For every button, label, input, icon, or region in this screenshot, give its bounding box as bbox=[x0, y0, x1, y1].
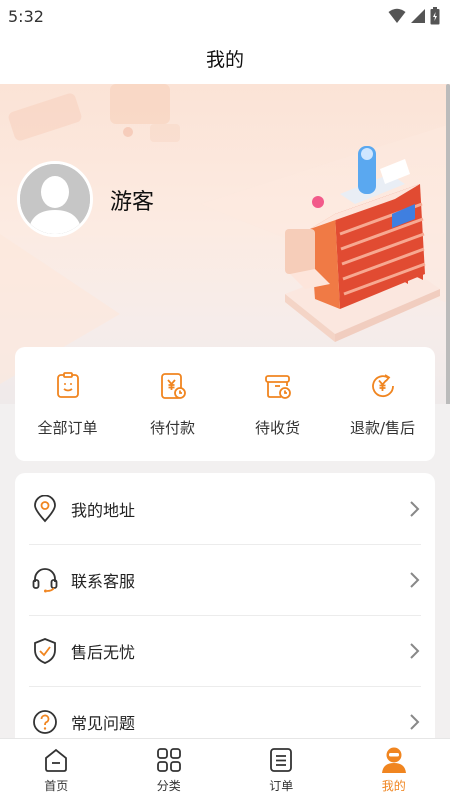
tab-label-orders: 订单 bbox=[269, 779, 294, 793]
order-pending-delivery-button[interactable]: 待收货 bbox=[228, 371, 328, 438]
menu-label-faq: 常见问题 bbox=[71, 713, 136, 733]
avatar[interactable] bbox=[17, 161, 93, 237]
page-title: 我的 bbox=[205, 48, 244, 71]
person-silhouette-icon bbox=[20, 164, 90, 234]
menu-item-after-sales[interactable]: 售后无忧 bbox=[15, 615, 435, 686]
orders-card: 全部订单 待付款 待收货 退款/售后 bbox=[15, 347, 435, 461]
tab-label-mine: 我的 bbox=[381, 779, 406, 793]
wifi-icon bbox=[388, 8, 406, 23]
person-icon bbox=[380, 746, 408, 774]
home-icon bbox=[42, 746, 70, 774]
order-pending-delivery-label: 待收货 bbox=[254, 419, 300, 437]
chevron-right-icon bbox=[410, 713, 420, 730]
chevron-right-icon bbox=[410, 642, 420, 659]
chevron-right-icon bbox=[410, 500, 420, 517]
list-icon bbox=[267, 746, 295, 774]
tab-home[interactable]: 首页 bbox=[0, 739, 113, 800]
scrollbar[interactable] bbox=[446, 84, 450, 404]
shield-check-icon bbox=[31, 637, 59, 665]
menu-label-address: 我的地址 bbox=[71, 500, 136, 520]
tab-label-home: 首页 bbox=[44, 779, 69, 793]
tab-label-category: 分类 bbox=[156, 779, 181, 793]
chevron-right-icon bbox=[410, 571, 420, 588]
tab-category[interactable]: 分类 bbox=[113, 739, 226, 800]
headset-icon bbox=[31, 566, 59, 594]
order-pending-payment-label: 待付款 bbox=[149, 419, 195, 437]
signal-icon bbox=[411, 9, 425, 23]
title-bar: 我的 bbox=[0, 32, 450, 84]
username[interactable]: 游客 bbox=[110, 184, 154, 216]
refund-yen-icon bbox=[368, 371, 398, 401]
question-icon bbox=[31, 708, 59, 736]
menu-label-support: 联系客服 bbox=[71, 571, 136, 591]
order-pending-payment-button[interactable]: 待付款 bbox=[123, 371, 223, 438]
battery-icon bbox=[430, 7, 440, 25]
tab-orders[interactable]: 订单 bbox=[225, 739, 338, 800]
location-pin-icon bbox=[31, 494, 59, 523]
grid-icon bbox=[155, 746, 183, 774]
menu-item-support[interactable]: 联系客服 bbox=[15, 544, 435, 615]
order-refund-button[interactable]: 退款/售后 bbox=[333, 371, 433, 438]
package-icon bbox=[263, 371, 293, 401]
clipboard-icon bbox=[53, 371, 83, 401]
menu-item-address[interactable]: 我的地址 bbox=[15, 473, 435, 544]
order-refund-label: 退款/售后 bbox=[349, 419, 416, 437]
order-all-button[interactable]: 全部订单 bbox=[18, 371, 118, 438]
menu-card: 我的地址 联系客服 售后无忧 常见问题 bbox=[15, 473, 435, 773]
yen-bill-icon bbox=[158, 371, 188, 401]
menu-label-after-sales: 售后无忧 bbox=[71, 642, 136, 662]
shop-building-illustration bbox=[285, 146, 440, 342]
tab-mine[interactable]: 我的 bbox=[338, 739, 450, 800]
status-time: 5:32 bbox=[8, 6, 44, 26]
order-all-label: 全部订单 bbox=[37, 419, 98, 437]
bottom-tab-bar: 首页 分类 订单 我的 bbox=[0, 738, 450, 800]
status-bar: 5:32 bbox=[0, 0, 450, 32]
status-icons bbox=[388, 7, 440, 25]
